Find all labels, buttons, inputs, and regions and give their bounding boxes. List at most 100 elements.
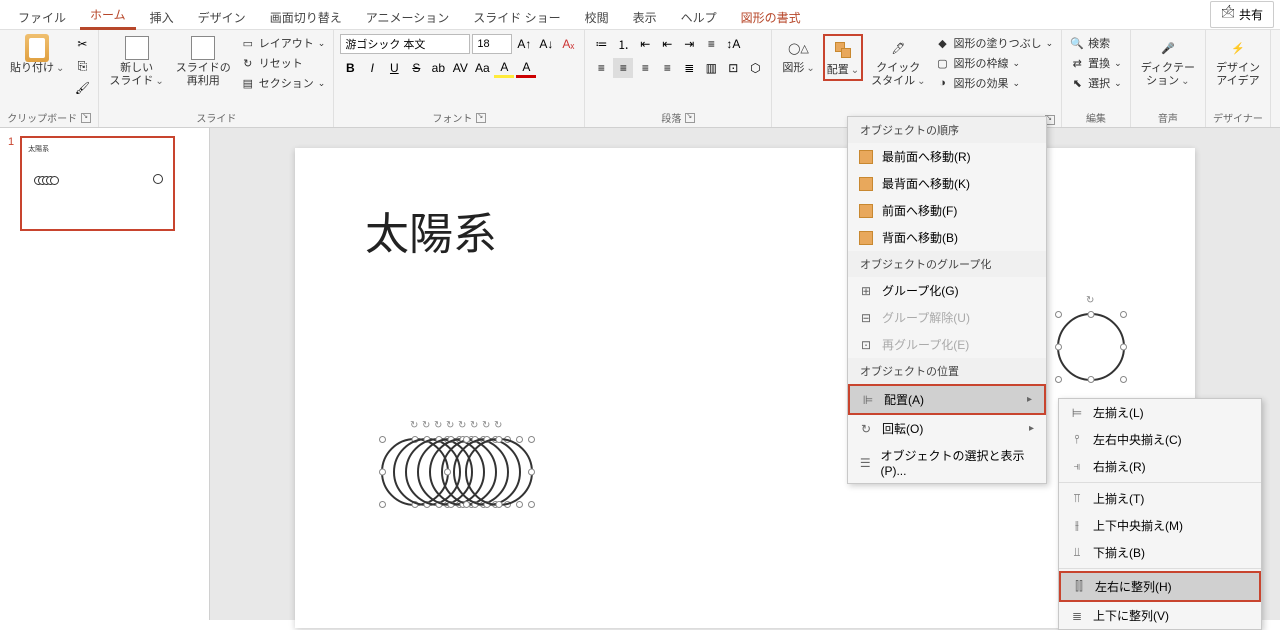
- rotate-handle[interactable]: ↻: [1086, 295, 1096, 305]
- resize-handle[interactable]: [379, 436, 386, 443]
- reuse-slide-button[interactable]: スライドの 再利用: [172, 34, 235, 90]
- line-spacing-button[interactable]: ≡: [701, 34, 721, 54]
- share-button[interactable]: 🖄 共有: [1210, 1, 1274, 28]
- numbering-button[interactable]: ⒈: [613, 34, 633, 54]
- tab-home[interactable]: ホーム: [80, 2, 136, 30]
- list-level-button[interactable]: ⇤: [635, 34, 655, 54]
- reset-button[interactable]: ↻リセット: [239, 54, 328, 72]
- thumbnail-item[interactable]: 1 太陽系: [8, 136, 201, 231]
- tab-animations[interactable]: アニメーション: [356, 5, 460, 30]
- section-button[interactable]: ▤セクション⌄: [239, 74, 328, 92]
- layout-button[interactable]: ▭レイアウト⌄: [239, 34, 328, 52]
- thumbnail-panel[interactable]: 1 太陽系: [0, 128, 210, 620]
- align-submenu[interactable]: ⊨左揃え(L) ⫯左右中央揃え(C) ⫣右揃え(R) ⫪上揃え(T) ⫲上下中央…: [1058, 398, 1262, 630]
- tab-help[interactable]: ヘルプ: [671, 5, 727, 30]
- font-color-button[interactable]: A: [516, 58, 536, 78]
- bold-button[interactable]: B: [340, 58, 360, 78]
- menu-selection-pane[interactable]: ☰オブジェクトの選択と表示(P)...: [848, 442, 1046, 483]
- underline-button[interactable]: U: [384, 58, 404, 78]
- font-name-combo[interactable]: 游ゴシック 本文: [340, 34, 470, 54]
- distribute-button[interactable]: ≣: [679, 58, 699, 78]
- tab-design[interactable]: デザイン: [188, 5, 256, 30]
- new-slide-button[interactable]: 新しい スライド: [105, 34, 167, 90]
- shape-effects-button[interactable]: ◑図形の効果⌄: [934, 74, 1056, 92]
- cut-button[interactable]: ✂: [72, 34, 92, 54]
- menu-distribute-vertical[interactable]: ≣上下に整列(V): [1059, 602, 1261, 629]
- resize-handle[interactable]: [1055, 311, 1062, 318]
- italic-button[interactable]: I: [362, 58, 382, 78]
- clipboard-launcher[interactable]: [81, 113, 91, 123]
- tab-file[interactable]: ファイル: [8, 5, 76, 30]
- align-left-button[interactable]: ≡: [591, 58, 611, 78]
- menu-align[interactable]: ⊫配置(A)▸: [848, 384, 1046, 415]
- resize-handle[interactable]: [379, 501, 386, 508]
- menu-rotate[interactable]: ↻回転(O)▸: [848, 415, 1046, 442]
- tab-slideshow[interactable]: スライド ショー: [463, 5, 570, 30]
- menu-send-backward[interactable]: 背面へ移動(B): [848, 224, 1046, 251]
- paste-button[interactable]: 貼り付け: [6, 34, 68, 77]
- paragraph-launcher[interactable]: [685, 113, 695, 123]
- isolated-circle-shape[interactable]: ↻: [1057, 313, 1125, 381]
- clear-formatting-button[interactable]: Aₓ: [558, 34, 578, 54]
- resize-handle[interactable]: [1120, 376, 1127, 383]
- increase-font-button[interactable]: A↑: [514, 34, 534, 54]
- arrange-menu[interactable]: オブジェクトの順序 最前面へ移動(R) 最背面へ移動(K) 前面へ移動(F) 背…: [847, 116, 1047, 484]
- align-text-button[interactable]: ⊡: [723, 58, 743, 78]
- select-button[interactable]: ⬉選択⌄: [1068, 74, 1124, 92]
- shape-outline-button[interactable]: ▢図形の枠線⌄: [934, 54, 1056, 72]
- quick-styles-button[interactable]: 🖊 クイック スタイル: [867, 34, 929, 90]
- arrange-button[interactable]: 配置: [823, 34, 863, 81]
- menu-align-center-h[interactable]: ⫯左右中央揃え(C): [1059, 426, 1261, 453]
- slide-title-text[interactable]: 太陽系: [365, 198, 497, 262]
- circle-shape[interactable]: ↻: [465, 438, 533, 506]
- menu-send-to-back[interactable]: 最背面へ移動(K): [848, 170, 1046, 197]
- align-center-button[interactable]: ≡: [613, 58, 633, 78]
- tab-transitions[interactable]: 画面切り替え: [260, 5, 352, 30]
- decrease-font-button[interactable]: A↓: [536, 34, 556, 54]
- menu-align-middle[interactable]: ⫲上下中央揃え(M): [1059, 512, 1261, 539]
- menu-align-bottom[interactable]: ⫫下揃え(B): [1059, 539, 1261, 566]
- menu-align-left[interactable]: ⊨左揃え(L): [1059, 399, 1261, 426]
- slide-thumbnail[interactable]: 太陽系: [20, 136, 175, 231]
- menu-bring-to-front[interactable]: 最前面へ移動(R): [848, 143, 1046, 170]
- increase-indent-button[interactable]: ⇥: [679, 34, 699, 54]
- shadow-button[interactable]: ab: [428, 58, 448, 78]
- resize-handle[interactable]: [1088, 376, 1095, 383]
- find-button[interactable]: 🔍検索: [1068, 34, 1124, 52]
- format-painter-button[interactable]: 🖌: [72, 78, 92, 98]
- bullets-button[interactable]: ≔: [591, 34, 611, 54]
- resize-handle[interactable]: [1088, 311, 1095, 318]
- decrease-indent-button[interactable]: ⇤: [657, 34, 677, 54]
- menu-bring-forward[interactable]: 前面へ移動(F): [848, 197, 1046, 224]
- resize-handle[interactable]: [1120, 311, 1127, 318]
- menu-group[interactable]: ⊞グループ化(G): [848, 277, 1046, 304]
- strikethrough-button[interactable]: S: [406, 58, 426, 78]
- shapes-button[interactable]: ◯△ 図形: [778, 34, 818, 77]
- tab-insert[interactable]: 挿入: [140, 5, 184, 30]
- text-direction-button[interactable]: ↕A: [723, 34, 743, 54]
- char-spacing-button[interactable]: AV: [450, 58, 470, 78]
- resize-handle[interactable]: [379, 469, 386, 476]
- tab-review[interactable]: 校閲: [575, 5, 619, 30]
- replace-button[interactable]: ⇄置換⌄: [1068, 54, 1124, 72]
- tab-shape-format[interactable]: 図形の書式: [731, 5, 811, 30]
- change-case-button[interactable]: Aa: [472, 58, 492, 78]
- align-right-button[interactable]: ≡: [635, 58, 655, 78]
- menu-align-right[interactable]: ⫣右揃え(R): [1059, 453, 1261, 480]
- justify-button[interactable]: ≡: [657, 58, 677, 78]
- columns-button[interactable]: ▥: [701, 58, 721, 78]
- menu-distribute-horizontal[interactable]: ⫿⫿左右に整列(H): [1059, 571, 1261, 602]
- smartart-button[interactable]: ⬡: [745, 58, 765, 78]
- highlight-button[interactable]: A: [494, 58, 514, 78]
- resize-handle[interactable]: [1055, 344, 1062, 351]
- resize-handle[interactable]: [1055, 376, 1062, 383]
- menu-align-top[interactable]: ⫪上揃え(T): [1059, 485, 1261, 512]
- resize-handle[interactable]: [1120, 344, 1127, 351]
- copy-button[interactable]: ⎘: [72, 56, 92, 76]
- font-launcher[interactable]: [476, 113, 486, 123]
- font-size-combo[interactable]: 18: [472, 34, 512, 54]
- design-ideas-button[interactable]: ⚡ デザイン アイデア: [1212, 34, 1264, 90]
- shape-fill-button[interactable]: ◆図形の塗りつぶし⌄: [934, 34, 1056, 52]
- dictate-button[interactable]: 🎤 ディクテー ション: [1137, 34, 1199, 90]
- tab-view[interactable]: 表示: [623, 5, 667, 30]
